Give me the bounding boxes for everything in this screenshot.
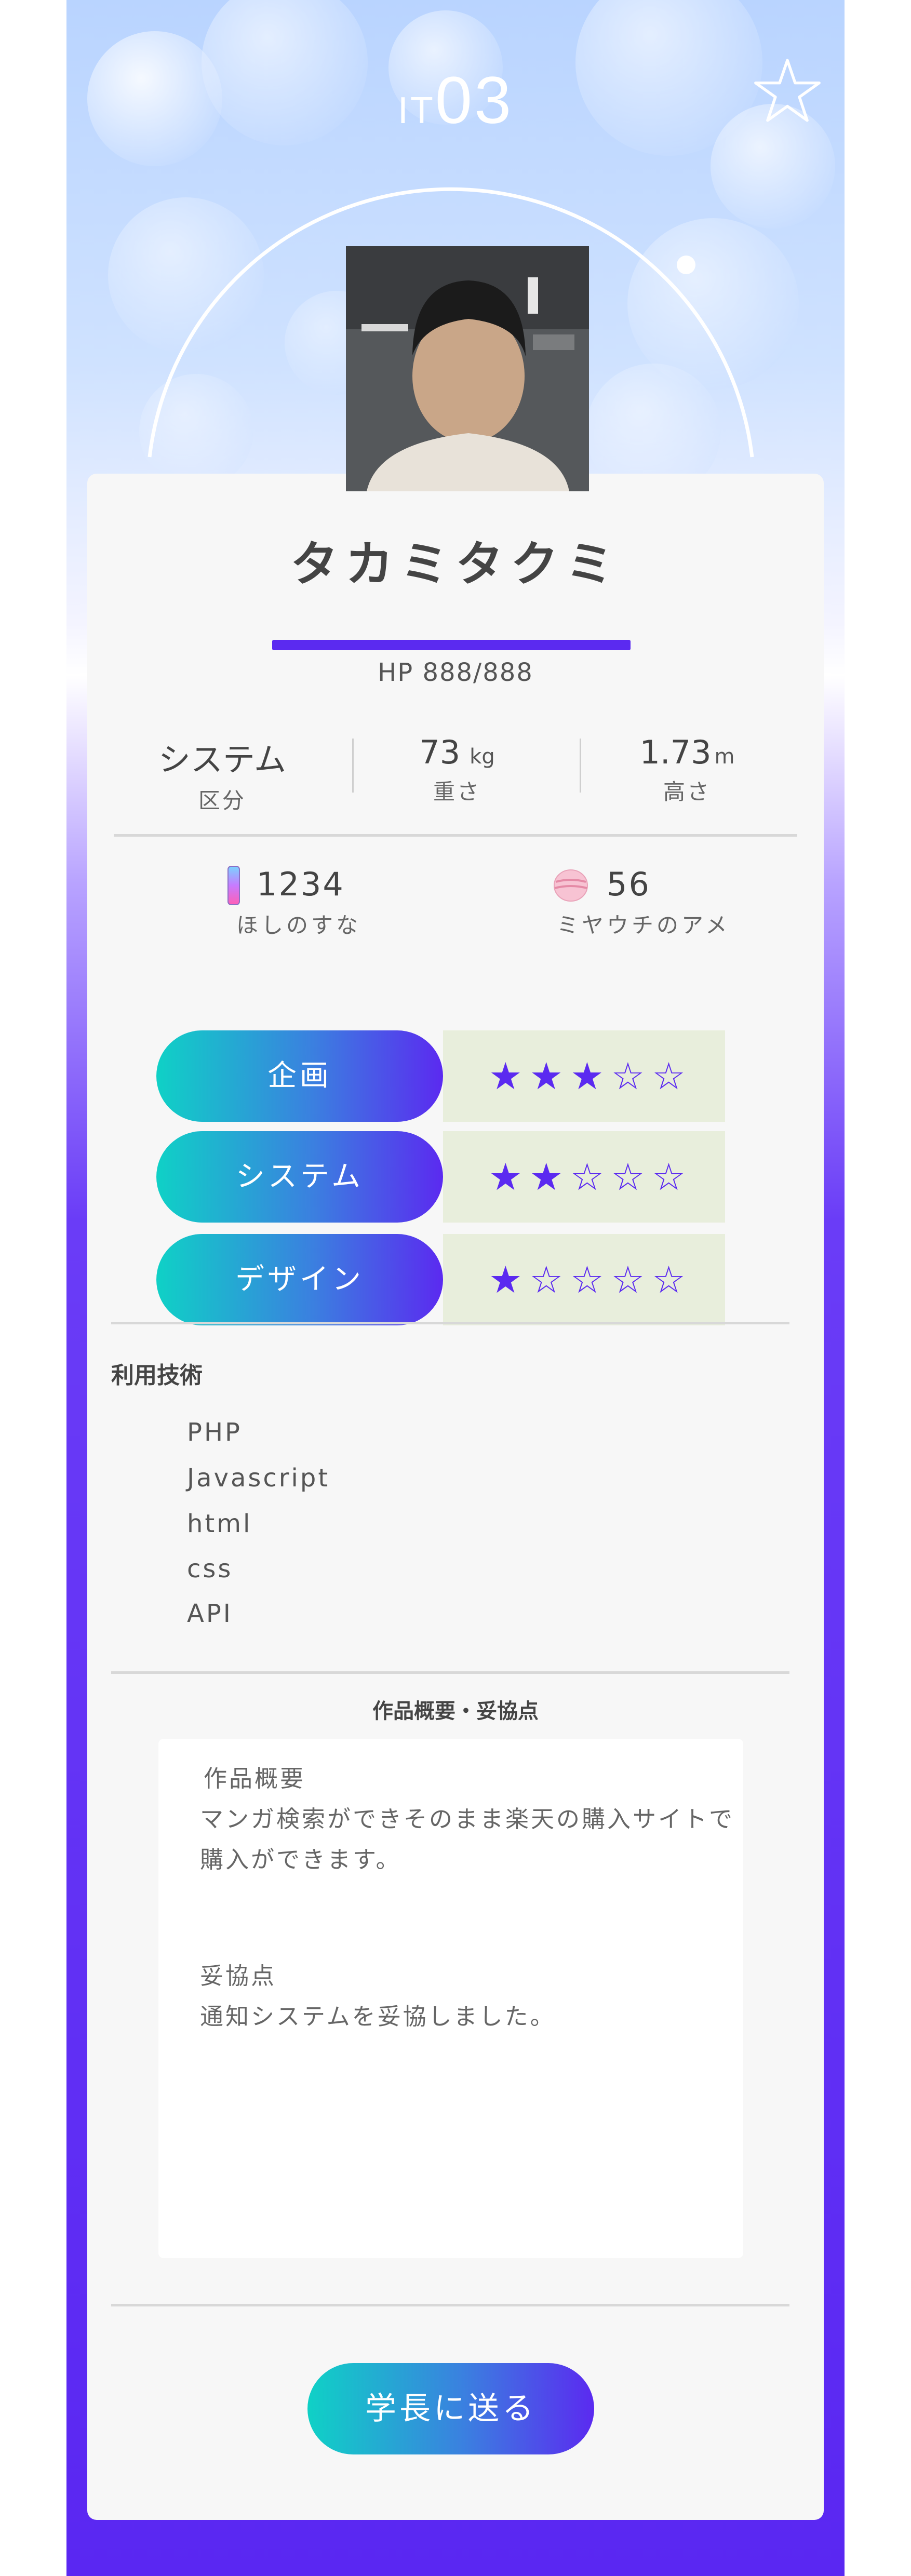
stardust-value: 1234 bbox=[257, 865, 345, 903]
stat-unit: m bbox=[714, 745, 735, 769]
profile-card: タカミタクミ HP 888/888 システム 区分 73 kg 重さ 1.73 m … bbox=[87, 474, 824, 2520]
tech-item: PHP bbox=[187, 1418, 242, 1447]
page-title: IT03 bbox=[66, 62, 845, 139]
stat-unit: kg bbox=[470, 745, 495, 769]
stat-label: 区分 bbox=[198, 788, 246, 813]
summary-text-line: マンガ検索ができそのまま楽天の購入サイトで bbox=[200, 1805, 735, 1833]
hp-text: HP 888/888 bbox=[378, 658, 533, 687]
send-to-principal-button[interactable]: 学長に送る bbox=[307, 2363, 594, 2454]
stat-value: 1.73 bbox=[639, 733, 712, 771]
stat-label: 高さ bbox=[663, 779, 711, 804]
stardust-icon bbox=[227, 866, 240, 905]
compromise-heading: 妥協点 bbox=[200, 1962, 277, 1990]
skill-stars: ★★☆☆☆ bbox=[489, 1155, 693, 1199]
stat-value: システム bbox=[158, 741, 287, 779]
avatar bbox=[346, 246, 589, 491]
divider bbox=[111, 1671, 789, 1674]
skill-label: システム bbox=[156, 1131, 443, 1223]
compromise-text: 通知システムを妥協しました。 bbox=[200, 2003, 556, 2030]
app-screen: IT03 タカミタクミ HP 888/888 システム 区分 73 kg 重さ 1… bbox=[66, 0, 845, 2576]
stardust-label: ほしのすな bbox=[236, 913, 361, 938]
stat-divider bbox=[580, 739, 581, 793]
stat-height: 1.73 m 高さ bbox=[583, 733, 791, 806]
candy-label: ミヤウチのアメ bbox=[557, 913, 730, 938]
description-box: 作品概要 マンガ検索ができそのまま楽天の購入サイトで 購入ができます。 妥協点 … bbox=[158, 1739, 743, 2258]
skill-row-system: システム ★★☆☆☆ bbox=[156, 1131, 725, 1223]
tech-section-title: 利用技術 bbox=[111, 1362, 203, 1389]
skill-stars: ★☆☆☆☆ bbox=[489, 1258, 693, 1302]
skill-label: デザイン bbox=[156, 1234, 443, 1325]
tech-item: html bbox=[187, 1509, 252, 1538]
profile-name: タカミタクミ bbox=[290, 536, 621, 592]
level-indicator bbox=[677, 256, 695, 274]
stat-weight: 73 kg 重さ bbox=[353, 733, 561, 806]
skill-row-design: デザイン ★☆☆☆☆ bbox=[156, 1234, 725, 1325]
divider bbox=[111, 1322, 789, 1324]
favorite-star-icon[interactable] bbox=[752, 56, 823, 127]
stat-label: 重さ bbox=[433, 779, 481, 804]
candy-icon bbox=[554, 869, 588, 902]
skill-stars: ★★★☆☆ bbox=[489, 1054, 693, 1098]
tech-item: API bbox=[187, 1599, 233, 1628]
skill-row-planning: 企画 ★★★☆☆ bbox=[156, 1030, 725, 1122]
stat-value: 73 bbox=[419, 733, 461, 771]
tech-item: css bbox=[187, 1554, 233, 1584]
stat-category: システム 区分 bbox=[118, 733, 326, 815]
tech-item: Javascript bbox=[187, 1464, 330, 1493]
title-prefix: IT bbox=[397, 90, 435, 131]
candy-value: 56 bbox=[607, 865, 651, 903]
summary-heading: 作品概要 bbox=[204, 1765, 306, 1792]
divider bbox=[111, 2304, 789, 2306]
summary-text-line: 購入ができます。 bbox=[200, 1846, 401, 1873]
title-number: 03 bbox=[435, 63, 514, 138]
skill-label: 企画 bbox=[156, 1030, 443, 1122]
hp-bar bbox=[272, 640, 631, 650]
description-section-title: 作品概要・妥協点 bbox=[372, 1699, 539, 1723]
divider bbox=[114, 834, 797, 837]
